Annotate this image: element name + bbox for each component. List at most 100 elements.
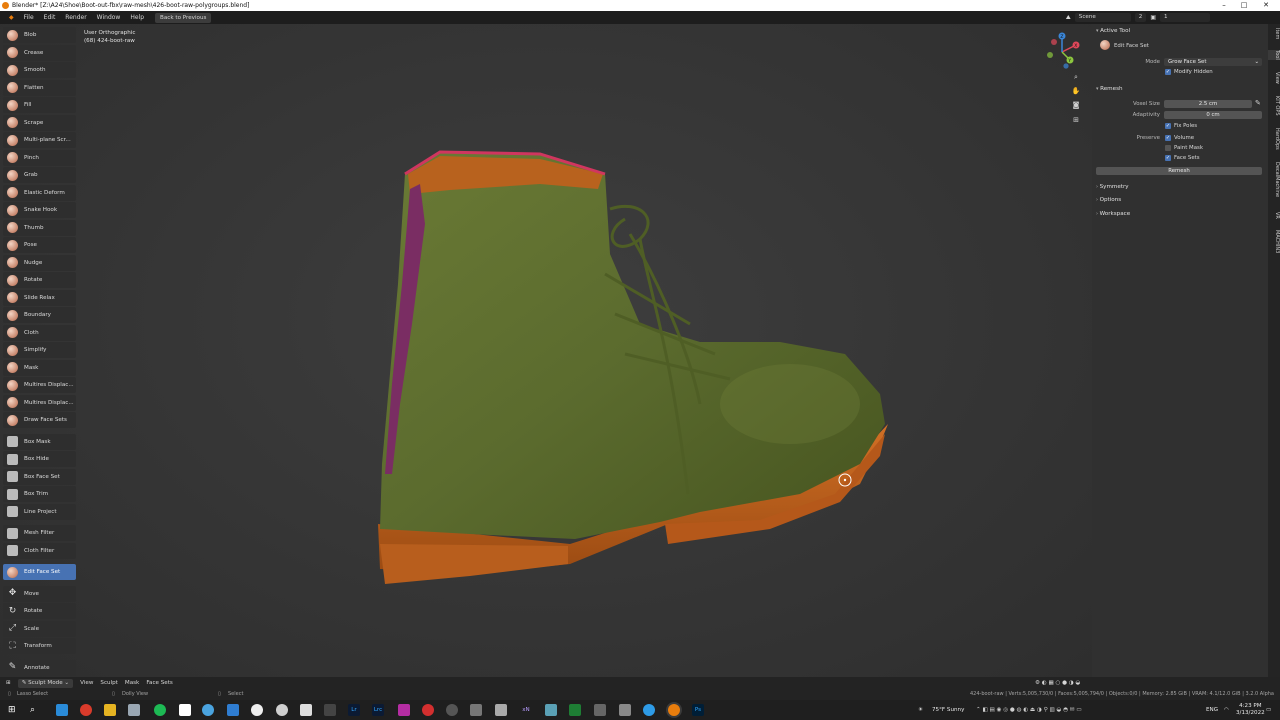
tool-rotate[interactable]: Rotate: [3, 272, 76, 288]
app-icon-15[interactable]: [398, 704, 410, 716]
menu-view[interactable]: View: [80, 680, 93, 686]
language-indicator[interactable]: ENG: [1206, 700, 1218, 720]
menu-mask[interactable]: Mask: [125, 680, 139, 686]
active-tool-header[interactable]: Active Tool: [1096, 28, 1130, 34]
tool-edit-face-set[interactable]: Edit Face Set: [3, 564, 76, 580]
tool-box-face-set[interactable]: Box Face Set: [3, 468, 76, 485]
tool-elastic-deform[interactable]: Elastic Deform: [3, 184, 76, 201]
tool-multi-plane-scr[interactable]: Multi-plane Scr...: [3, 132, 76, 148]
tool-grab[interactable]: Grab: [3, 167, 76, 183]
explorer-app-icon[interactable]: [104, 704, 116, 716]
blender-app-icon[interactable]: [668, 704, 680, 716]
tool-box-mask[interactable]: Box Mask: [3, 433, 76, 450]
tab-decalmachine[interactable]: DecalMachine: [1268, 162, 1280, 197]
minimize-button[interactable]: –: [1216, 0, 1232, 11]
app-icon-12[interactable]: [324, 704, 336, 716]
app-icon-18[interactable]: [470, 704, 482, 716]
pan-hand-icon[interactable]: ✋: [1071, 86, 1081, 96]
workspace-panel[interactable]: Workspace: [1096, 211, 1131, 217]
mode-dropdown[interactable]: Grow Face Set ⌄: [1164, 58, 1262, 66]
xnview-app-icon[interactable]: xN: [520, 704, 532, 716]
tool-smooth[interactable]: Smooth: [3, 62, 76, 78]
adaptivity-field[interactable]: 0 cm: [1164, 111, 1262, 119]
notifications-icon[interactable]: ▭: [1266, 700, 1271, 720]
app-icon-25[interactable]: [643, 704, 655, 716]
tool-flatten[interactable]: Flatten: [3, 79, 76, 96]
fix-poles-checkbox[interactable]: ✓ Fix Poles: [1165, 123, 1197, 129]
app-icon-21[interactable]: [545, 704, 557, 716]
wifi-icon[interactable]: ◠: [1224, 700, 1229, 720]
tool-multires-displac[interactable]: Multires Displac...: [3, 377, 76, 393]
app-icon-9[interactable]: [251, 704, 263, 716]
windows-start-icon[interactable]: ⊞: [8, 704, 20, 716]
face-sets-checkbox[interactable]: ✓ Face Sets: [1165, 155, 1200, 161]
back-to-previous-button[interactable]: Back to Previous: [155, 12, 212, 23]
tool-mesh-filter[interactable]: Mesh Filter: [3, 525, 76, 541]
menu-face-sets[interactable]: Face Sets: [146, 680, 173, 686]
tab-item[interactable]: Item: [1268, 28, 1280, 39]
tool-nudge[interactable]: Nudge: [3, 254, 76, 271]
menu-file[interactable]: File: [19, 11, 39, 24]
tool-move[interactable]: ✥ Move: [3, 585, 76, 602]
tab-kit-ops[interactable]: KIT OPS: [1268, 96, 1280, 116]
tool-thumb[interactable]: Thumb: [3, 219, 76, 236]
remesh-button[interactable]: Remesh: [1096, 167, 1262, 175]
notion-app-icon[interactable]: [179, 704, 191, 716]
remesh-header[interactable]: Remesh: [1096, 86, 1122, 92]
voxel-size-field[interactable]: 2.5 cm: [1164, 100, 1252, 108]
chrome-app-icon[interactable]: [80, 704, 92, 716]
photoshop-app-icon[interactable]: Ps: [692, 704, 704, 716]
tab-machin3[interactable]: MACHIN3: [1268, 230, 1280, 253]
weather-text[interactable]: 75°F Sunny: [932, 700, 964, 720]
tool-box-hide[interactable]: Box Hide: [3, 451, 76, 467]
options-panel[interactable]: Options: [1096, 197, 1122, 203]
app-icon-11[interactable]: [300, 704, 312, 716]
navigation-gizmo[interactable]: X Y Z ⌕ ✋ ◙ ⊞: [1040, 30, 1090, 124]
tool-pinch[interactable]: Pinch: [3, 149, 76, 166]
clock[interactable]: 4:23 PM 3/13/2022: [1236, 703, 1265, 717]
app-icon-22[interactable]: [569, 704, 581, 716]
search-icon[interactable]: ⌕: [30, 704, 42, 716]
volume-checkbox[interactable]: ✓ Volume: [1165, 135, 1194, 141]
tab-tool[interactable]: Tool: [1268, 50, 1280, 60]
tool-multires-displac[interactable]: Multires Displac...: [3, 394, 76, 411]
app-icon-24[interactable]: [619, 704, 631, 716]
tool-cloth[interactable]: Cloth: [3, 324, 76, 341]
menu-window[interactable]: Window: [92, 11, 126, 24]
tool-box-trim[interactable]: Box Trim: [3, 486, 76, 502]
tool-transform[interactable]: ⛶ Transform: [3, 638, 76, 654]
modify-hidden-checkbox[interactable]: ✓ Modify Hidden: [1165, 69, 1213, 75]
shading-icons[interactable]: ⚙ ◐ ▦ ○ ● ◑ ◒: [1035, 680, 1080, 686]
mode-selector[interactable]: ✎ Sculpt Mode ⌄: [17, 678, 74, 688]
view-layer-field[interactable]: 1: [1160, 13, 1210, 22]
tray-icons[interactable]: ⌃ ◧ ▤ ◉ ◎ ● ◍ ◐ ⏏ ◑ ⚲ ▥ ◒ ◓ ✉ ▭: [976, 700, 1082, 720]
tool-snake-hook[interactable]: Snake Hook: [3, 202, 76, 218]
tool-draw-face-sets[interactable]: Draw Face Sets: [3, 412, 76, 428]
app-icon-19[interactable]: [495, 704, 507, 716]
tool-scale[interactable]: ⤢ Scale: [3, 620, 76, 637]
menu-sculpt[interactable]: Sculpt: [100, 680, 117, 686]
symmetry-panel[interactable]: Symmetry: [1096, 184, 1129, 190]
tool-line-project[interactable]: Line Project: [3, 503, 76, 520]
editor-type-icon[interactable]: ⊞: [6, 680, 11, 686]
weather-sun-icon[interactable]: ☀: [918, 700, 923, 720]
app-icon-10[interactable]: [276, 704, 288, 716]
paint-mask-checkbox[interactable]: Paint Mask: [1165, 145, 1203, 151]
grid-icon[interactable]: ⊞: [1071, 115, 1081, 125]
close-button[interactable]: ✕: [1258, 0, 1274, 11]
app-icon-23[interactable]: [594, 704, 606, 716]
mail-app-icon[interactable]: [227, 704, 239, 716]
tab-vr[interactable]: VR: [1268, 212, 1280, 219]
zoom-icon[interactable]: ⌕: [1071, 72, 1081, 82]
app-icon-16[interactable]: [422, 704, 434, 716]
tool-scrape[interactable]: Scrape: [3, 114, 76, 131]
app-icon-7[interactable]: [202, 704, 214, 716]
axis-gizmo[interactable]: X Y Z: [1040, 30, 1090, 70]
tool-rotate[interactable]: ↻ Rotate: [3, 603, 76, 619]
tool-simplify[interactable]: Simplify: [3, 342, 76, 358]
spotify-app-icon[interactable]: [154, 704, 166, 716]
camera-icon[interactable]: ◙: [1071, 100, 1081, 110]
tool-annotate[interactable]: ✎ Annotate: [3, 659, 76, 676]
3d-viewport[interactable]: User Orthographic (68) 424-boot-raw Blob…: [0, 24, 1092, 677]
tool-slide-relax[interactable]: Slide Relax: [3, 289, 76, 306]
